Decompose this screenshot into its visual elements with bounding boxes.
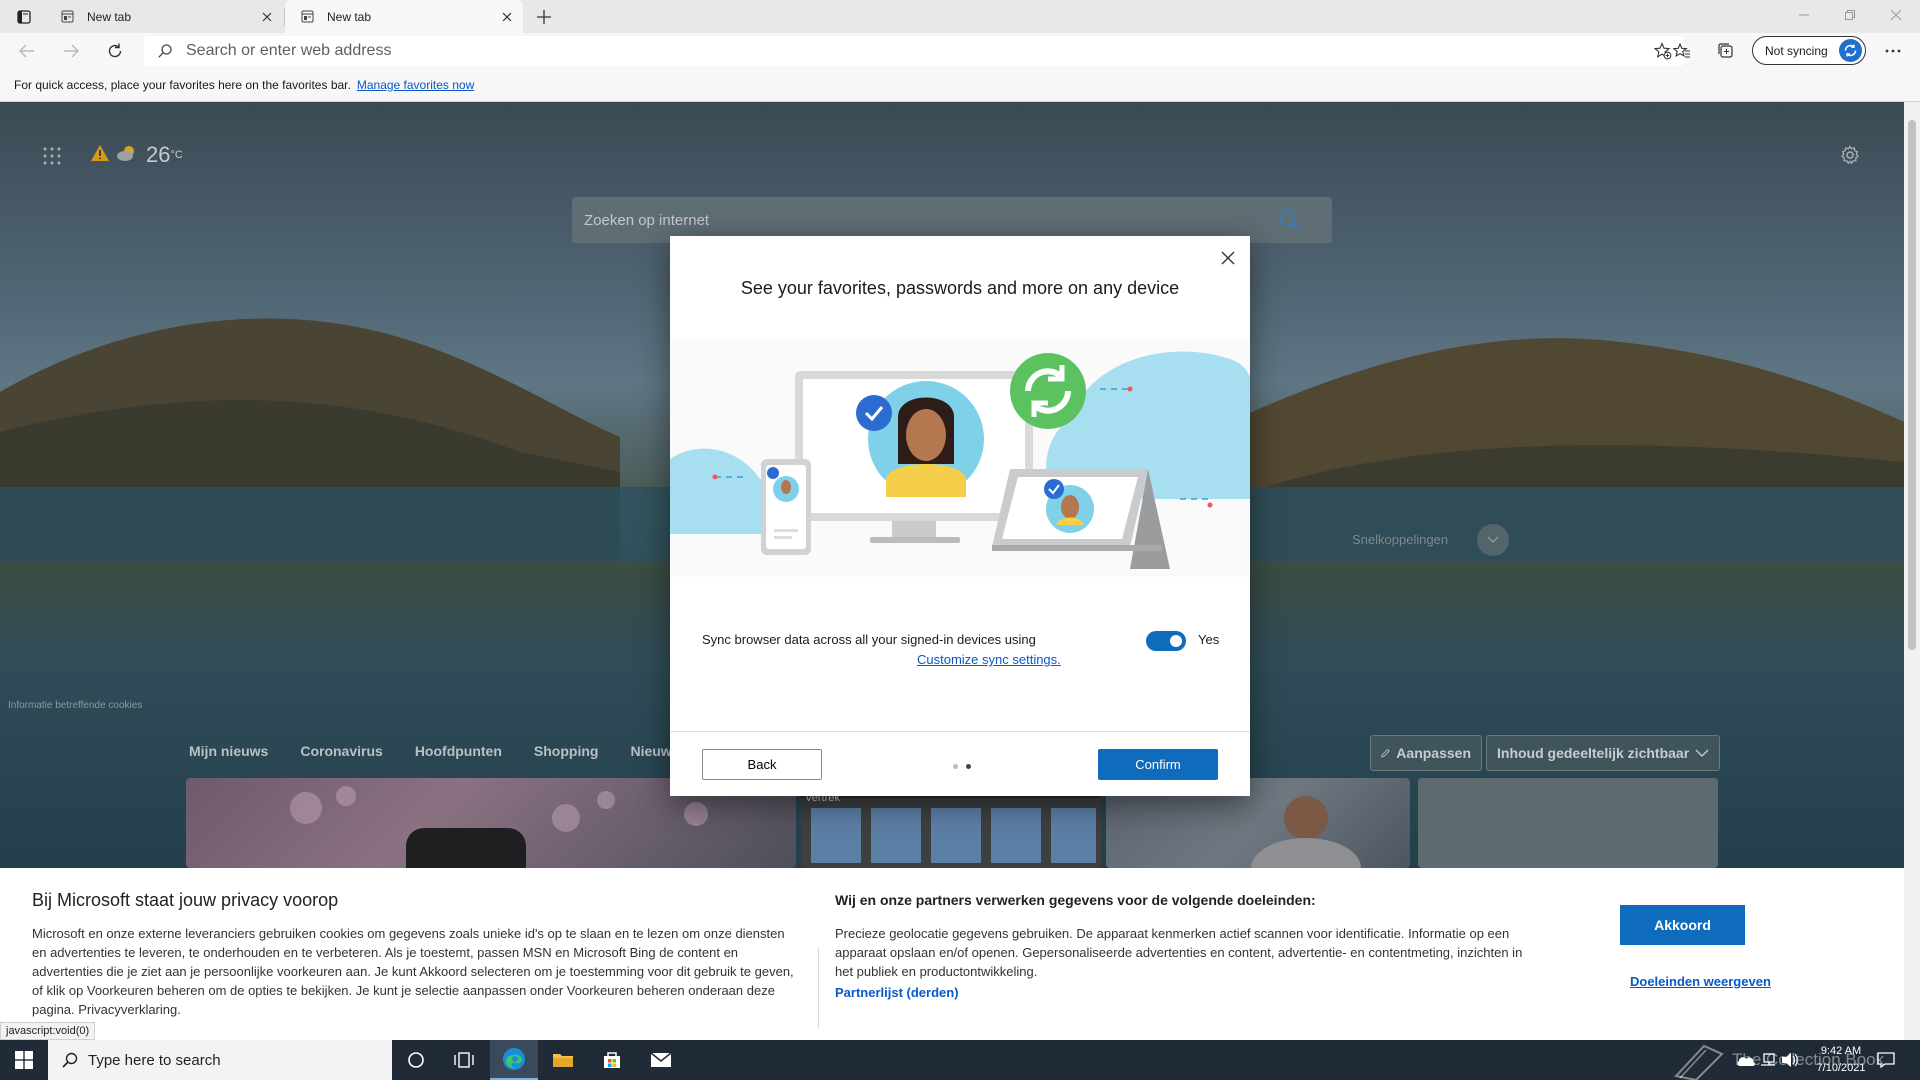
tab-actions-icon[interactable] bbox=[12, 7, 36, 27]
sync-avatar-icon bbox=[1839, 39, 1862, 62]
page-indicator bbox=[953, 764, 971, 769]
customize-label: Aanpassen bbox=[1396, 745, 1471, 761]
partner-list-link[interactable]: Partnerlijst (derden) bbox=[835, 985, 959, 1000]
tab-title: New tab bbox=[327, 9, 372, 24]
watermark: The Collection Book bbox=[1670, 1040, 1900, 1080]
dialog-title: See your favorites, passwords and more o… bbox=[740, 278, 1180, 298]
sync-description: Sync browser data across all your signed… bbox=[702, 632, 1036, 647]
new-tab-button[interactable] bbox=[530, 5, 558, 29]
tab-1[interactable]: New tab bbox=[45, 0, 283, 33]
page-scrollbar[interactable] bbox=[1904, 102, 1920, 1040]
news-tabs: Mijn nieuws Coronavirus Hoofdpunten Shop… bbox=[189, 743, 679, 759]
restore-icon[interactable] bbox=[1827, 0, 1873, 30]
manage-favorites-link[interactable]: Manage favorites now bbox=[357, 78, 474, 92]
more-options-icon[interactable] bbox=[1878, 37, 1908, 65]
microsoft-store-icon[interactable] bbox=[588, 1040, 636, 1080]
accept-button[interactable]: Akkoord bbox=[1620, 905, 1745, 945]
partly-cloudy-icon bbox=[116, 144, 138, 167]
close-window-icon[interactable] bbox=[1873, 0, 1919, 30]
collections-icon[interactable] bbox=[1711, 37, 1741, 65]
close-icon[interactable] bbox=[1218, 248, 1238, 268]
search-icon bbox=[60, 1050, 80, 1070]
news-tab[interactable]: Coronavirus bbox=[300, 743, 382, 759]
browser-toolbar: Not syncing bbox=[0, 33, 1920, 69]
sync-status-label: Not syncing bbox=[1765, 43, 1828, 58]
tab-title: New tab bbox=[87, 9, 132, 24]
web-search-input[interactable] bbox=[572, 211, 1274, 229]
news-tab[interactable]: Mijn nieuws bbox=[189, 743, 268, 759]
favorites-bar: For quick access, place your favorites h… bbox=[0, 69, 1920, 102]
refresh-icon[interactable] bbox=[100, 37, 130, 65]
content-visibility-dropdown[interactable]: Inhoud gedeeltelijk zichtbaar bbox=[1486, 735, 1720, 771]
weather-widget[interactable]: 26 °C bbox=[90, 142, 183, 168]
cookie-info-link[interactable]: Informatie betreffende cookies bbox=[8, 700, 142, 711]
file-explorer-icon[interactable] bbox=[539, 1040, 587, 1080]
dialog-divider bbox=[670, 731, 1250, 732]
search-icon bbox=[156, 42, 174, 60]
edge-browser-icon[interactable] bbox=[490, 1040, 538, 1080]
page-dot bbox=[953, 764, 958, 769]
forward-arrow-icon[interactable] bbox=[56, 37, 86, 65]
news-card[interactable] bbox=[1418, 778, 1718, 868]
show-purposes-link[interactable]: Doeleinden weergeven bbox=[1630, 974, 1771, 989]
back-button[interactable]: Back bbox=[702, 749, 822, 780]
weather-alert-icon bbox=[90, 144, 110, 167]
page-dot-active bbox=[966, 764, 971, 769]
windows-logo-icon bbox=[15, 1051, 33, 1069]
chevron-down-icon bbox=[1695, 749, 1709, 757]
pencil-icon bbox=[1381, 748, 1390, 758]
customize-button[interactable]: Aanpassen bbox=[1370, 735, 1482, 771]
scrollbar-thumb[interactable] bbox=[1908, 120, 1916, 650]
cortana-icon[interactable] bbox=[392, 1040, 440, 1080]
news-tab[interactable]: Shopping bbox=[534, 743, 599, 759]
taskbar-search-input[interactable] bbox=[88, 1051, 392, 1069]
cookie-description: Microsoft en onze externe leveranciers g… bbox=[32, 926, 794, 1017]
close-tab-icon[interactable] bbox=[497, 7, 517, 27]
start-button[interactable] bbox=[0, 1040, 48, 1080]
address-bar[interactable] bbox=[144, 36, 1684, 66]
favorites-bar-message: For quick access, place your favorites h… bbox=[14, 78, 351, 92]
partners-description: Precieze geolocatie gegevens gebruiken. … bbox=[835, 926, 1523, 979]
partners-title: Wij en onze partners verwerken gegevens … bbox=[835, 892, 1316, 908]
taskbar-search-box[interactable] bbox=[48, 1040, 392, 1080]
apps-grid-icon[interactable] bbox=[42, 146, 62, 166]
windows-taskbar: 9:42 AM 7/10/2021 bbox=[0, 1040, 1920, 1080]
book-logo-icon bbox=[1674, 1044, 1724, 1080]
chevron-down-icon[interactable] bbox=[1477, 524, 1509, 556]
sync-toggle-label: Yes bbox=[1198, 632, 1220, 647]
cookie-consent-banner: Bij Microsoft staat jouw privacy voorop … bbox=[0, 868, 1904, 1040]
cookie-title: Bij Microsoft staat jouw privacy voorop bbox=[32, 890, 339, 910]
content-visibility-label: Inhoud gedeeltelijk zichtbaar bbox=[1497, 745, 1690, 761]
close-tab-icon[interactable] bbox=[257, 7, 277, 27]
status-bar: javascript:void(0) bbox=[0, 1022, 96, 1040]
news-tab[interactable]: Hoofdpunten bbox=[415, 743, 502, 759]
watermark-text: The Collection Book bbox=[1732, 1050, 1885, 1069]
quick-links-label[interactable]: Snelkoppelingen bbox=[1352, 532, 1448, 547]
page-icon bbox=[59, 9, 75, 25]
task-view-icon[interactable] bbox=[440, 1040, 488, 1080]
customize-sync-link[interactable]: Customize sync settings. bbox=[917, 652, 1061, 667]
profile-sync-button[interactable]: Not syncing bbox=[1752, 36, 1866, 65]
sync-dialog: See your favorites, passwords and more o… bbox=[670, 236, 1250, 796]
address-input[interactable] bbox=[186, 42, 1650, 60]
minimize-icon[interactable] bbox=[1781, 0, 1827, 30]
sync-toggle[interactable] bbox=[1146, 631, 1186, 651]
sync-illustration bbox=[670, 339, 1250, 577]
cookie-divider bbox=[818, 948, 819, 1028]
devices-illustration bbox=[670, 351, 1250, 569]
toggle-knob bbox=[1170, 635, 1182, 647]
settings-gear-icon[interactable] bbox=[1840, 145, 1860, 165]
tab-2[interactable]: New tab bbox=[285, 0, 523, 33]
weather-temperature: 26 bbox=[146, 142, 171, 167]
confirm-button[interactable]: Confirm bbox=[1098, 749, 1218, 780]
weather-unit: °C bbox=[170, 149, 183, 161]
mail-icon[interactable] bbox=[637, 1040, 685, 1080]
tab-strip: New tab New tab bbox=[0, 0, 1920, 33]
page-icon bbox=[299, 9, 315, 25]
search-icon[interactable] bbox=[1274, 205, 1304, 235]
favorites-icon[interactable] bbox=[1667, 37, 1697, 65]
back-arrow-icon[interactable] bbox=[12, 37, 42, 65]
